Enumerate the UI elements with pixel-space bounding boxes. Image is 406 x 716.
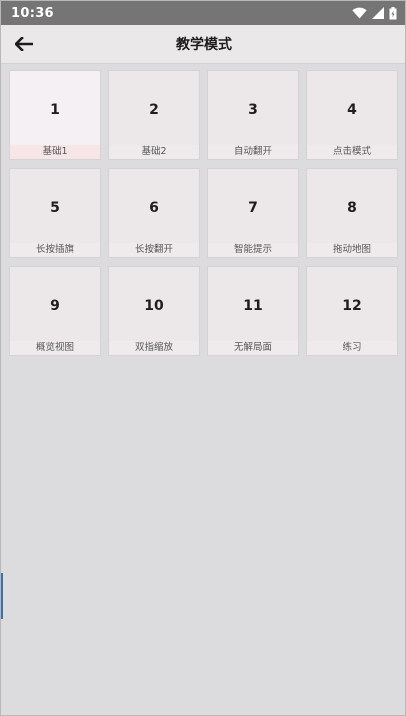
level-card[interactable]: 1 基础1 [9, 70, 101, 160]
status-icons [352, 6, 397, 20]
app-frame: 10:36 教学模式 1 基础1 2 基础2 3 自动翻开 4 点击模式 5 长… [0, 0, 406, 716]
back-button[interactable] [11, 32, 37, 58]
level-card[interactable]: 3 自动翻开 [207, 70, 299, 160]
level-card[interactable]: 6 长按翻开 [108, 168, 200, 258]
level-number: 1 [50, 102, 60, 118]
status-time: 10:36 [11, 5, 54, 21]
level-card[interactable]: 2 基础2 [108, 70, 200, 160]
app-bar: 教学模式 [1, 25, 405, 64]
level-label: 拖动地图 [307, 243, 397, 257]
level-number: 10 [144, 298, 164, 314]
level-number: 7 [248, 200, 258, 216]
wifi-icon [352, 7, 367, 19]
level-card[interactable]: 12 练习 [306, 266, 398, 356]
level-number: 9 [50, 298, 60, 314]
page-title: 教学模式 [176, 37, 232, 53]
status-bar: 10:36 [1, 1, 405, 25]
level-label: 练习 [307, 341, 397, 355]
level-label: 长按翻开 [109, 243, 199, 257]
level-card[interactable]: 8 拖动地图 [306, 168, 398, 258]
level-label: 无解局面 [208, 341, 298, 355]
level-number: 8 [347, 200, 357, 216]
level-number: 11 [243, 298, 263, 314]
level-label: 概览视图 [10, 341, 100, 355]
level-label: 智能提示 [208, 243, 298, 257]
cellular-signal-icon [372, 7, 384, 19]
level-card[interactable]: 10 双指缩放 [108, 266, 200, 356]
level-card[interactable]: 9 概览视图 [9, 266, 101, 356]
arrow-left-icon [14, 35, 34, 55]
level-card[interactable]: 11 无解局面 [207, 266, 299, 356]
level-card[interactable]: 7 智能提示 [207, 168, 299, 258]
level-label: 基础1 [10, 145, 100, 159]
level-label: 自动翻开 [208, 145, 298, 159]
level-number: 3 [248, 102, 258, 118]
level-label: 点击模式 [307, 145, 397, 159]
battery-icon [389, 6, 397, 20]
level-number: 4 [347, 102, 357, 118]
edge-indicator [1, 573, 3, 619]
level-number: 6 [149, 200, 159, 216]
level-number: 12 [342, 298, 362, 314]
level-label: 长按插旗 [10, 243, 100, 257]
level-label: 基础2 [109, 145, 199, 159]
level-number: 5 [50, 200, 60, 216]
level-card[interactable]: 5 长按插旗 [9, 168, 101, 258]
level-card[interactable]: 4 点击模式 [306, 70, 398, 160]
level-grid: 1 基础1 2 基础2 3 自动翻开 4 点击模式 5 长按插旗 6 长按翻开 … [9, 70, 399, 356]
level-number: 2 [149, 102, 159, 118]
level-label: 双指缩放 [109, 341, 199, 355]
